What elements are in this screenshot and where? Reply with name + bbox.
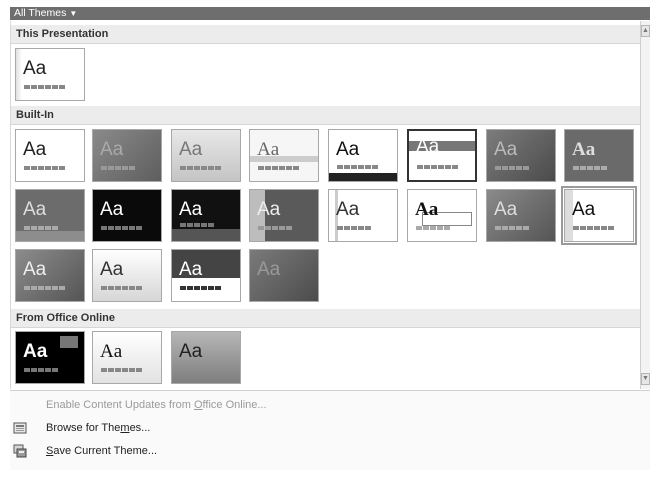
theme-preview-text: Aa <box>23 199 47 220</box>
theme-median[interactable]: Aa <box>15 189 85 242</box>
all-themes-label: All Themes <box>14 7 67 19</box>
theme-metro[interactable]: Aa <box>92 189 162 242</box>
theme-preview-text: Aa <box>336 199 360 220</box>
section-from-office-online: From Office Online <box>11 309 640 328</box>
theme-concourse[interactable]: Aa <box>328 129 398 182</box>
theme-preview-text: Aa <box>23 341 48 362</box>
theme-preview-text: Aa <box>572 139 596 160</box>
theme-equity[interactable]: Aa <box>407 129 477 182</box>
theme-office[interactable]: Aa <box>15 129 85 182</box>
theme-flow[interactable]: Aa <box>486 129 556 182</box>
enable-updates-label: Enable Content Updates from Office Onlin… <box>46 399 267 411</box>
theme-preview-text: Aa <box>23 259 47 280</box>
theme-trek[interactable]: Aa <box>92 249 162 302</box>
theme-civic[interactable]: Aa <box>249 129 319 182</box>
theme-verve[interactable]: Aa <box>249 249 319 302</box>
theme-preview-text: Aa <box>416 136 440 157</box>
themes-gallery: This Presentation Aa Built-In Aa Aa Aa A… <box>10 21 640 389</box>
theme-module[interactable]: Aa <box>171 189 241 242</box>
theme-oriel[interactable]: Aa <box>328 189 398 242</box>
browse-themes-label: Browse for Themes... <box>46 422 151 434</box>
theme-paper[interactable]: Aa <box>486 189 556 242</box>
theme-aspect[interactable]: Aa <box>171 129 241 182</box>
theme-opulent[interactable]: Aa <box>249 189 319 242</box>
theme-online-2[interactable]: Aa <box>92 331 162 384</box>
theme-preview-text: Aa <box>23 58 47 79</box>
section-built-in: Built-In <box>11 106 640 125</box>
theme-urban[interactable]: Aa <box>171 249 241 302</box>
themes-menu: Enable Content Updates from Office Onlin… <box>10 390 650 470</box>
save-theme-icon <box>13 444 27 458</box>
theme-preview-text: Aa <box>100 139 124 160</box>
all-themes-dropdown[interactable]: All Themes ▼ <box>10 7 650 20</box>
menu-enable-content-updates: Enable Content Updates from Office Onlin… <box>10 394 650 416</box>
scroll-up-arrow-icon[interactable]: ▲ <box>641 25 650 37</box>
theme-preview-text: Aa <box>494 139 518 160</box>
theme-preview-text: Aa <box>100 341 123 362</box>
theme-origin[interactable]: Aa <box>407 189 477 242</box>
theme-solstice[interactable]: Aa <box>561 186 637 245</box>
theme-online-3[interactable]: Aa <box>171 331 241 384</box>
theme-preview-text: Aa <box>179 199 203 220</box>
section-this-presentation: This Presentation <box>11 25 640 44</box>
theme-technic[interactable]: Aa <box>15 249 85 302</box>
theme-preview-text: Aa <box>23 139 47 160</box>
menu-browse-for-themes[interactable]: Browse for Themes... <box>10 417 650 439</box>
theme-preview-text: Aa <box>179 259 203 280</box>
gallery-scrollbar[interactable]: ▲ ▼ <box>640 21 650 389</box>
theme-foundry[interactable]: Aa <box>564 129 634 182</box>
theme-preview-text: Aa <box>179 139 203 160</box>
theme-preview-text: Aa <box>179 341 203 362</box>
theme-preview-text: Aa <box>572 199 596 220</box>
chevron-down-icon: ▼ <box>69 9 78 18</box>
theme-online-1[interactable]: Aa <box>15 331 85 384</box>
theme-preview-text: Aa <box>100 259 124 280</box>
theme-preview-text: Aa <box>415 199 439 220</box>
theme-apex[interactable]: Aa <box>92 129 162 182</box>
theme-preview-text: Aa <box>336 139 360 160</box>
theme-preview-text: Aa <box>494 199 518 220</box>
theme-preview-text: Aa <box>257 259 281 280</box>
scroll-down-arrow-icon[interactable]: ▼ <box>641 373 650 385</box>
theme-preview-text: Aa <box>257 139 280 160</box>
menu-save-current-theme[interactable]: Save Current Theme... <box>10 440 650 462</box>
theme-preview-text: Aa <box>100 199 124 220</box>
browse-folder-icon <box>13 422 27 434</box>
save-theme-label: Save Current Theme... <box>46 445 158 457</box>
theme-current-presentation[interactable]: Aa <box>15 48 85 101</box>
theme-preview-text: Aa <box>257 199 281 220</box>
